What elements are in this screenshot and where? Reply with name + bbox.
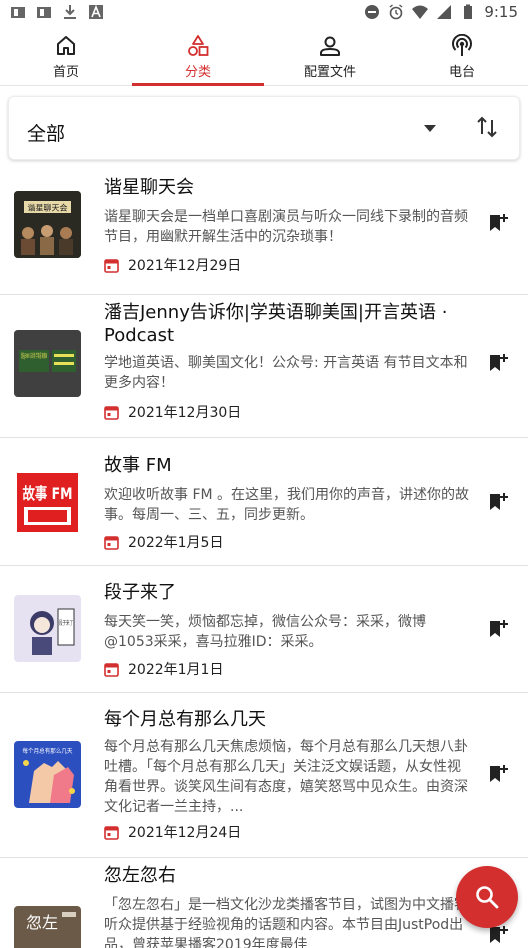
podcast-date: 2021年12月24日: [128, 825, 242, 841]
podcast-date: 2022年1月5日: [128, 535, 224, 551]
podcast-description: 每个月总有那么几天焦虑烦恼，每个月总有那么几天想八卦吐槽。「每个月总有那么几天」…: [104, 739, 468, 815]
calendar-icon: [104, 662, 119, 677]
list-item[interactable]: 潘吉JENNY 告诉你 学英语 聊美国 潘吉Jenny告诉你|学英语聊美国|开言…: [0, 295, 528, 438]
tab-label: 电台: [448, 65, 475, 80]
list-item[interactable]: 谐星聊天会 谐星聊天会 谐星聊天会是一档单口喜剧演员与听众一同线下录制的音频节目…: [0, 168, 528, 295]
tab-label: 配置文件: [303, 65, 356, 80]
podcast-title[interactable]: 潘吉Jenny告诉你|学英语聊美国|开言英语 · Podcast: [104, 301, 474, 347]
podcast-date: 2022年1月1日: [128, 662, 224, 678]
bookmark-add-icon[interactable]: [487, 491, 509, 513]
notification-icon: [11, 7, 25, 18]
bookmark-add-icon[interactable]: [487, 352, 509, 374]
cover-text: 故事 FM: [23, 484, 73, 503]
tab-bar: 首页 分类 配置文件 电台: [0, 26, 528, 86]
bookmark-add-icon[interactable]: [487, 618, 509, 640]
sort-icon[interactable]: [476, 115, 498, 139]
calendar-icon: [104, 535, 119, 550]
podcast-description: 学地道英语、聊美国文化！公众号: 开言英语 有节目文本和更多内容！: [104, 355, 468, 391]
tab-label: 分类: [184, 65, 211, 80]
podcast-title[interactable]: 每个月总有那么几天: [104, 708, 474, 731]
battery-icon: [464, 4, 473, 19]
cover-text: 忽左: [26, 913, 58, 932]
podcast-date: 2021年12月29日: [128, 258, 242, 274]
podcast-description: 谐星聊天会是一档单口喜剧演员与听众一同线下录制的音频节目，用幽默开解生活中的沉杂…: [104, 209, 468, 245]
list-item[interactable]: 故事 FM 故事 FM 欢迎收听故事 FM 。在这里，我们用你的声音，讲述你的故…: [0, 438, 528, 566]
podcast-title[interactable]: 谐星聊天会: [104, 176, 474, 199]
bookmark-add-icon[interactable]: [487, 212, 509, 234]
signal-icon: [437, 5, 452, 19]
category-icon: [188, 35, 209, 56]
radio-icon: [452, 34, 472, 56]
category-filter[interactable]: 全部: [8, 96, 520, 160]
podcast-description: 「忽左忽右」是一档文化沙龙类播客节目，试图为中文播客听众提供基于经验视角的话题和…: [104, 897, 468, 948]
cover-text: 段子来了: [59, 619, 73, 627]
podcast-cover: 忽左: [14, 906, 81, 948]
podcast-cover: 谐星聊天会: [14, 191, 81, 258]
podcast-description: 每天笑一笑，烦恼都忘掉，微信公众号：采采，微博@1053采采，喜马拉雅ID：采采…: [104, 614, 426, 650]
status-bar: 9:15: [0, 0, 528, 26]
list-item[interactable]: 每个月总有那么几天 每个月总有那么几天 每个月总有那么几天焦虑烦恼，每个月总有那…: [0, 693, 528, 858]
wifi-icon: [412, 5, 429, 19]
download-icon: [64, 5, 76, 19]
search-icon: [476, 886, 499, 909]
dropdown-arrow-icon[interactable]: [424, 125, 436, 132]
calendar-icon: [104, 405, 119, 420]
profile-icon: [320, 36, 340, 56]
podcast-cover: 故事 FM: [14, 469, 81, 536]
podcast-title[interactable]: 忽左忽右: [104, 864, 474, 887]
clock: 9:15: [484, 3, 518, 21]
font-icon: [89, 4, 103, 19]
home-icon: [57, 36, 75, 55]
tab-radio[interactable]: 电台: [396, 26, 528, 85]
podcast-title[interactable]: 故事 FM: [104, 454, 474, 477]
calendar-icon: [104, 258, 119, 273]
do-not-disturb-icon: [365, 5, 380, 19]
podcast-cover: 每个月总有那么几天: [14, 741, 81, 808]
podcast-list: 谐星聊天会 谐星聊天会 谐星聊天会是一档单口喜剧演员与听众一同线下录制的音频节目…: [0, 168, 528, 948]
alarm-icon: [389, 4, 403, 20]
tab-profile[interactable]: 配置文件: [264, 26, 396, 85]
cover-text: 潘吉JENNY 告诉你 学英语 聊美国: [21, 352, 47, 360]
search-button[interactable]: [456, 866, 518, 928]
podcast-description: 欢迎收听故事 FM 。在这里，我们用你的声音，讲述你的故事。每周一、三、五，同步…: [104, 487, 470, 523]
calendar-icon: [104, 825, 119, 840]
podcast-date: 2021年12月30日: [128, 405, 242, 421]
tab-label: 首页: [52, 65, 79, 80]
list-item[interactable]: 段子来了 段子来了 每天笑一笑，烦恼都忘掉，微信公众号：采采，微博@1053采采…: [0, 566, 528, 693]
cover-text: 每个月总有那么几天: [23, 747, 73, 755]
tab-category[interactable]: 分类: [132, 26, 264, 86]
tab-home[interactable]: 首页: [0, 26, 132, 85]
category-select-value[interactable]: 全部: [27, 119, 65, 146]
podcast-title[interactable]: 段子来了: [104, 581, 474, 604]
cover-text: 谐星聊天会: [28, 203, 68, 213]
podcast-cover: 潘吉JENNY 告诉你 学英语 聊美国: [14, 330, 81, 397]
notification-icon: [37, 7, 51, 18]
bookmark-add-icon[interactable]: [487, 763, 509, 785]
podcast-cover: 段子来了: [14, 595, 81, 662]
list-item[interactable]: 忽左 忽左忽右 「忽左忽右」是一档文化沙龙类播客节目，试图为中文播客听众提供基于…: [0, 858, 528, 948]
